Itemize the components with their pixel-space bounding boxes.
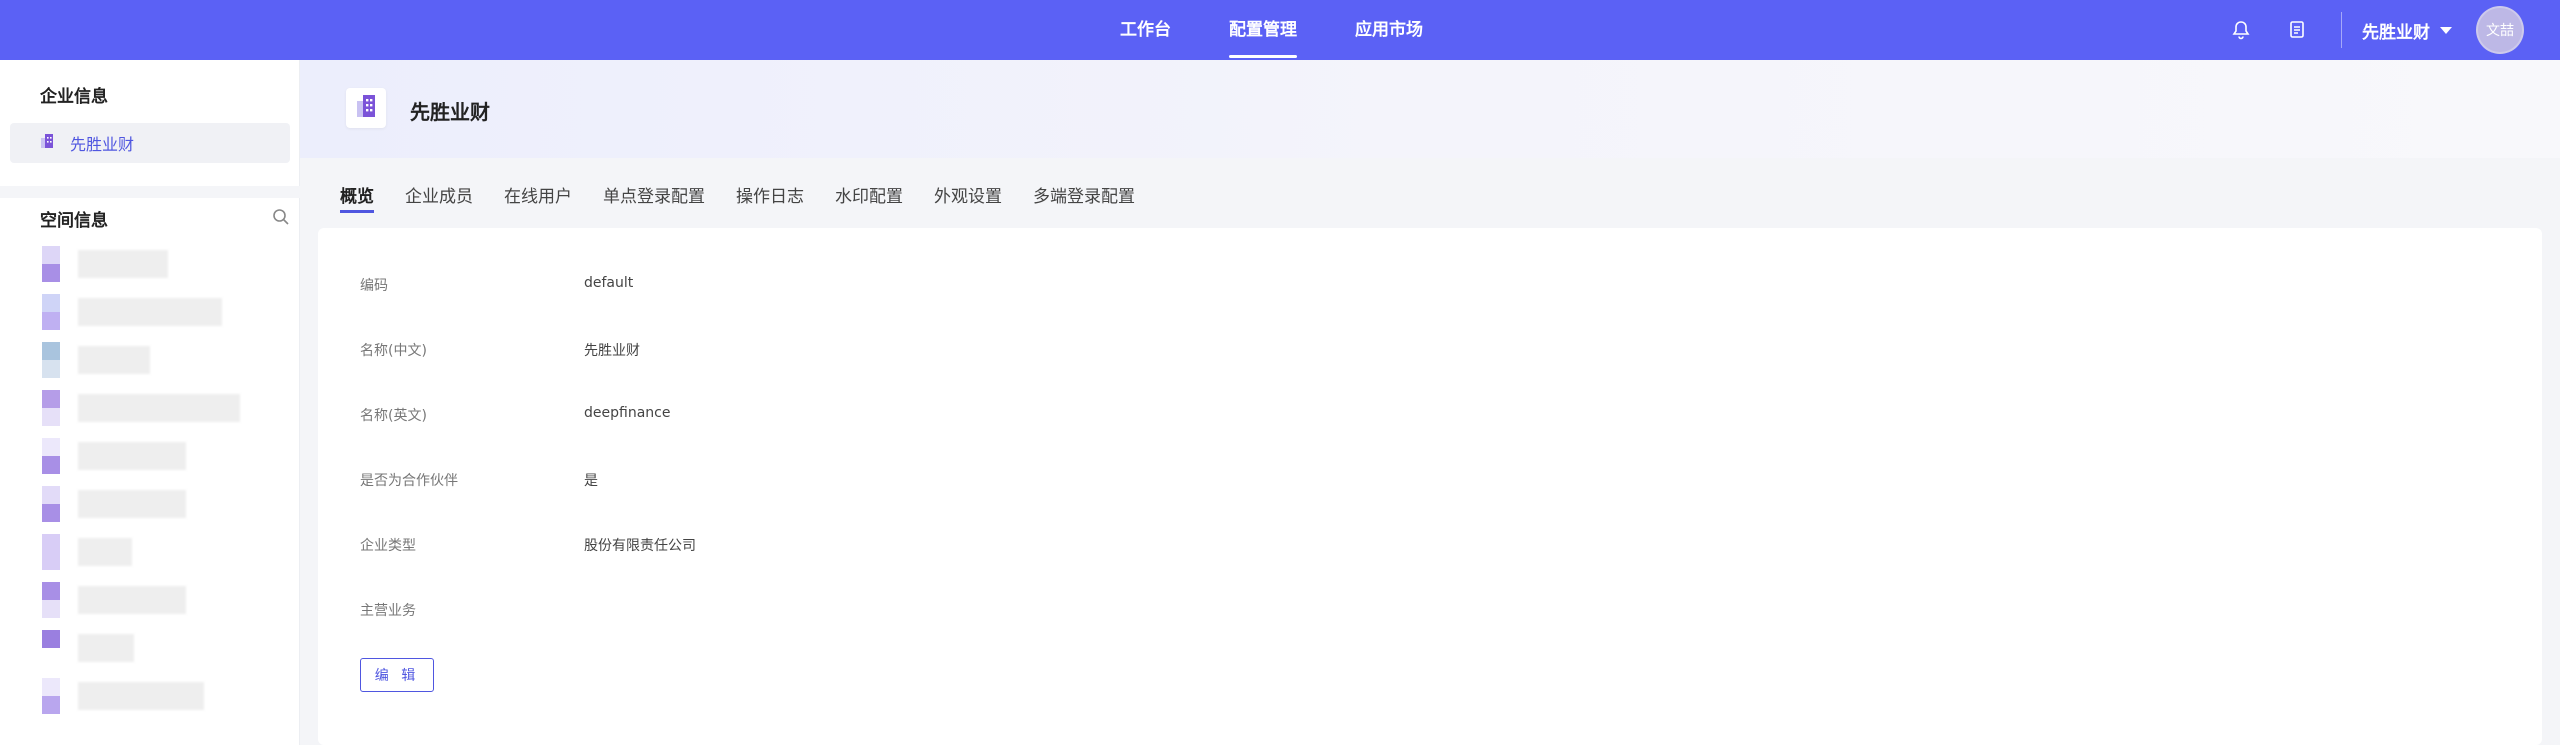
field-label: 名称(中文): [360, 343, 427, 359]
tab-operation-log[interactable]: 操作日志: [736, 182, 804, 212]
field-label: 主营业务: [360, 603, 416, 619]
sidebar: 企业信息 先胜业财 空间信息: [0, 60, 300, 745]
field-label: 名称(英文): [360, 408, 427, 424]
space-list-item[interactable]: [22, 672, 292, 720]
search-icon[interactable]: [272, 208, 290, 226]
avatar[interactable]: 文喆: [2476, 6, 2524, 54]
main-content: 先胜业财 概览 企业成员 在线用户 单点登录配置 操作日志 水印配置 外观设置 …: [300, 60, 2560, 745]
space-list: [22, 240, 292, 720]
top-navbar: 工作台 配置管理 应用市场 先胜业财 文喆: [0, 0, 2560, 60]
nav-item-workbench[interactable]: 工作台: [1120, 0, 1171, 60]
sidebar-separator: [0, 186, 300, 198]
enterprise-header: 先胜业财: [300, 60, 2560, 158]
space-list-item[interactable]: [22, 528, 292, 576]
nav-item-config-management[interactable]: 配置管理: [1229, 0, 1297, 60]
space-list-item[interactable]: [22, 336, 292, 384]
building-icon: [40, 133, 54, 153]
sidebar-item-enterprise[interactable]: 先胜业财: [10, 123, 290, 163]
space-list-item[interactable]: [22, 624, 292, 672]
enterprise-logo: [346, 88, 386, 128]
space-list-item[interactable]: [22, 480, 292, 528]
tab-overview[interactable]: 概览: [340, 182, 374, 213]
tab-watermark-config[interactable]: 水印配置: [835, 182, 903, 212]
page-title: 先胜业财: [410, 100, 490, 124]
space-list-item[interactable]: [22, 288, 292, 336]
space-list-item[interactable]: [22, 432, 292, 480]
space-list-item[interactable]: [22, 384, 292, 432]
field-label: 是否为合作伙伴: [360, 473, 458, 489]
field-value: 股份有限责任公司: [584, 538, 696, 554]
space-info-title: 空间信息: [40, 211, 108, 231]
field-label: 企业类型: [360, 538, 416, 554]
tab-multi-login-config[interactable]: 多端登录配置: [1033, 182, 1135, 212]
sidebar-item-label: 先胜业财: [70, 135, 135, 154]
tab-bar: 概览 企业成员 在线用户 单点登录配置 操作日志 水印配置 外观设置 多端登录配…: [340, 182, 1166, 222]
org-switcher[interactable]: 先胜业财: [2362, 18, 2452, 43]
field-value: 是: [584, 473, 598, 489]
space-list-item[interactable]: [22, 240, 292, 288]
divider: [2341, 12, 2342, 48]
edit-button[interactable]: 编 辑: [360, 658, 434, 692]
caret-down-icon: [2440, 26, 2452, 34]
tab-members[interactable]: 企业成员: [405, 182, 473, 212]
org-name: 先胜业财: [2362, 22, 2430, 43]
nav-item-app-market[interactable]: 应用市场: [1355, 0, 1423, 60]
field-label: 编码: [360, 278, 388, 294]
bell-icon[interactable]: [2229, 18, 2253, 42]
tab-online-users[interactable]: 在线用户: [504, 182, 572, 212]
document-icon[interactable]: [2285, 18, 2309, 42]
tab-sso-config[interactable]: 单点登录配置: [603, 182, 705, 212]
overview-card: 编码 default 名称(中文) 先胜业财 名称(英文) deepfinanc…: [318, 228, 2542, 745]
field-value: deepfinance: [584, 405, 671, 421]
field-value: 先胜业财: [584, 343, 640, 359]
field-value: default: [584, 275, 634, 291]
tab-appearance[interactable]: 外观设置: [934, 182, 1002, 212]
space-list-item[interactable]: [22, 576, 292, 624]
building-icon: [355, 93, 377, 123]
enterprise-info-title: 企业信息: [40, 87, 108, 107]
top-right-tools: 先胜业财 文喆: [2229, 0, 2560, 60]
top-nav-menu: 工作台 配置管理 应用市场: [1120, 0, 1481, 60]
